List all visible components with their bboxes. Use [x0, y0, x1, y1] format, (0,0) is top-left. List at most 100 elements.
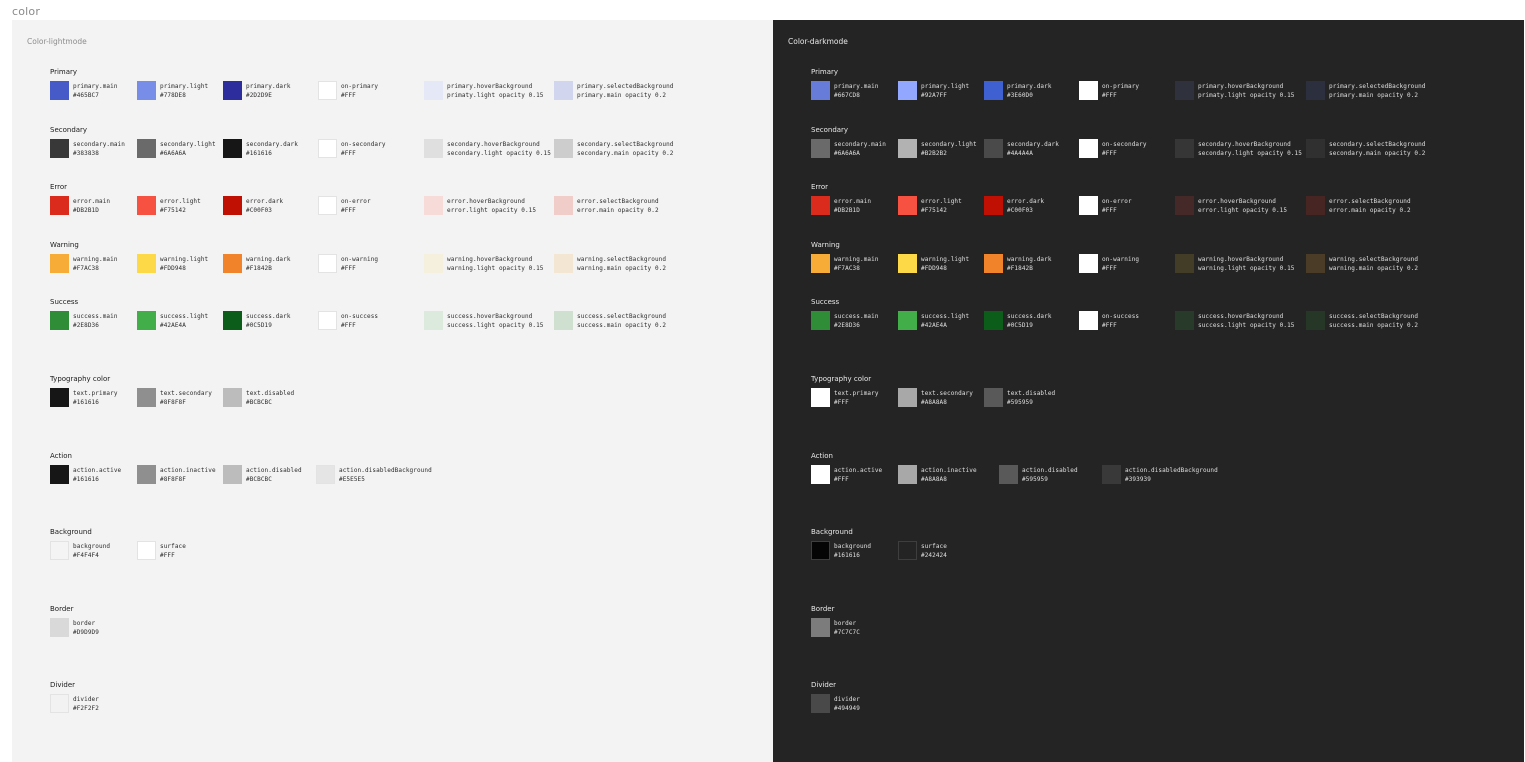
swatch-label: primary.dark #2D2D9E — [246, 82, 291, 100]
swatch-name: primary.selectedBackground — [1329, 83, 1426, 90]
swatch-name: surface — [921, 543, 947, 550]
swatch-label: success.light #42AE4A — [921, 312, 969, 330]
swatch-label: error.main #DB2B1D — [73, 197, 110, 215]
swatch-label: secondary.light #6A6A6A — [160, 140, 216, 158]
swatch-value: #FFF — [1102, 92, 1117, 99]
swatch-value: #92A7FF — [921, 92, 947, 99]
swatch-value: secondary.light opacity 0.15 — [1198, 150, 1302, 157]
color-chip — [811, 81, 830, 100]
color-chip — [554, 81, 573, 100]
swatch-value: warning.main opacity 0.2 — [577, 265, 667, 272]
swatch-value: #6A6A6A — [160, 150, 186, 157]
swatch-name: warning.dark — [1007, 256, 1052, 263]
swatch-name: on-error — [1102, 198, 1132, 205]
swatch-name: error.main — [73, 198, 111, 205]
section-title: Action — [50, 452, 72, 460]
swatch-label: secondary.dark #161616 — [246, 140, 298, 158]
swatch-name: background — [834, 543, 872, 550]
swatch-label: primary.dark #3E60D0 — [1007, 82, 1052, 100]
swatch-value: error.light opacity 0.15 — [447, 207, 537, 214]
swatch-value: #FFF — [341, 322, 356, 329]
color-chip — [1079, 311, 1098, 330]
swatch-value: #E5E5E5 — [339, 476, 365, 483]
swatch-name: warning.hoverBackground — [1198, 256, 1284, 263]
swatch-value: #3E60D0 — [1007, 92, 1033, 99]
swatch-name: action.active — [73, 467, 122, 474]
color-chip — [811, 139, 830, 158]
color-chip — [811, 618, 830, 637]
swatch-label: action.inactive #A8A8A8 — [921, 466, 977, 484]
swatch-label: action.disabled #595959 — [1022, 466, 1078, 484]
swatch-label: error.main #DB2B1D — [834, 197, 871, 215]
color-chip — [811, 311, 830, 330]
color-chip — [554, 254, 573, 273]
color-chip — [318, 196, 337, 215]
swatch-label: error.dark #C00F03 — [246, 197, 283, 215]
swatch-value: #7C7C7C — [834, 629, 860, 636]
swatch-label: warning.dark #F1842B — [246, 255, 291, 273]
swatch-label: primary.selectedBackground primary.main o… — [1329, 82, 1426, 100]
swatch-value: #8F8F8F — [160, 476, 186, 483]
swatch-name: success.dark — [246, 313, 291, 320]
swatch-value: #FFF — [1102, 265, 1117, 272]
swatch-label: primary.main #465BC7 — [73, 82, 118, 100]
swatch-label: secondary.dark #4A4A4A — [1007, 140, 1059, 158]
swatch-label: background #161616 — [834, 542, 871, 560]
swatch-value: #C00F03 — [246, 207, 272, 214]
swatch-label: secondary.hoverBackground secondary.light… — [1198, 140, 1302, 158]
color-chip — [50, 618, 69, 637]
swatch-name: action.disabledBackground — [1125, 467, 1218, 474]
swatch-name: warning.hoverBackground — [447, 256, 533, 263]
swatch-value: #595959 — [1007, 399, 1033, 406]
color-chip — [137, 81, 156, 100]
swatch-label: secondary.main #383838 — [73, 140, 125, 158]
color-chip — [223, 465, 242, 484]
swatch-value: #FDD948 — [160, 265, 186, 272]
color-chip — [1175, 254, 1194, 273]
swatch-label: divider #F2F2F2 — [73, 695, 99, 713]
section-title: Action — [811, 452, 833, 460]
swatch-value: #494949 — [834, 705, 860, 712]
swatch-name: success.light — [921, 313, 970, 320]
color-chip — [811, 254, 830, 273]
color-chip — [1079, 254, 1098, 273]
color-chip — [137, 465, 156, 484]
swatch-label: success.dark #0C5D19 — [1007, 312, 1052, 330]
frame-title: Color-darkmode — [788, 37, 848, 46]
swatch-name: text.primary — [834, 390, 879, 397]
color-chip — [137, 388, 156, 407]
swatch-value: primaty.light opacity 0.15 — [1198, 92, 1295, 99]
color-chip — [984, 139, 1003, 158]
color-chip — [811, 196, 830, 215]
swatch-name: action.disabled — [246, 467, 302, 474]
swatch-value: #BCBCBC — [246, 476, 272, 483]
swatch-label: warning.main #F7AC38 — [73, 255, 118, 273]
color-chip — [223, 139, 242, 158]
swatch-name: secondary.hoverBackground — [447, 141, 540, 148]
swatch-value: #DB2B1D — [73, 207, 99, 214]
swatch-name: primary.light — [921, 83, 970, 90]
swatch-name: warning.main — [834, 256, 879, 263]
swatch-name: primary.hoverBackground — [447, 83, 533, 90]
color-chip — [999, 465, 1018, 484]
color-chip — [554, 139, 573, 158]
swatch-value: #C00F03 — [1007, 207, 1033, 214]
swatch-name: primary.hoverBackground — [1198, 83, 1284, 90]
swatch-value: error.light opacity 0.15 — [1198, 207, 1288, 214]
swatch-label: warning.dark #F1842B — [1007, 255, 1052, 273]
color-chip — [137, 139, 156, 158]
color-chip — [1306, 254, 1325, 273]
swatch-value: #F75142 — [921, 207, 947, 214]
swatch-value: primary.main opacity 0.2 — [1329, 92, 1419, 99]
swatch-label: secondary.selectBackground secondary.main… — [577, 140, 674, 158]
color-chip — [1079, 196, 1098, 215]
swatch-name: on-primary — [341, 83, 379, 90]
swatch-label: error.light #F75142 — [160, 197, 201, 215]
color-chip — [1306, 311, 1325, 330]
color-chip — [811, 465, 830, 484]
swatch-label: warning.main #F7AC38 — [834, 255, 879, 273]
color-chip — [318, 81, 337, 100]
swatch-label: warning.selectBackground warning.main opa… — [1329, 255, 1418, 273]
color-chip — [223, 311, 242, 330]
swatch-label: primary.hoverBackground primaty.light opa… — [1198, 82, 1295, 100]
